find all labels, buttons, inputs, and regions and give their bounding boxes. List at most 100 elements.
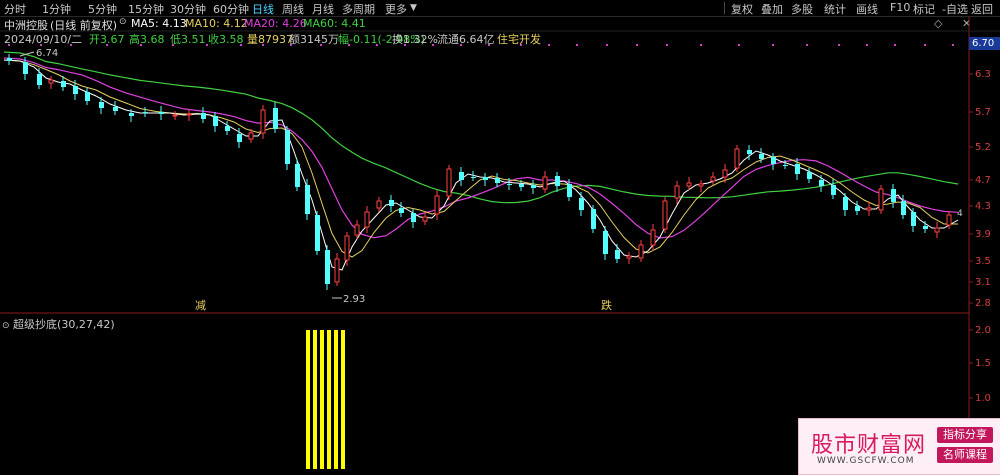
candle-body [248, 132, 254, 140]
signal-dot [666, 44, 668, 46]
indicator-bar [320, 330, 324, 469]
signal-dot [806, 44, 808, 46]
candle-body [626, 255, 632, 259]
price-tick-label: 3.5 [975, 256, 991, 267]
candle-body [531, 185, 536, 188]
candle-body [334, 258, 340, 283]
candle-body [113, 107, 118, 111]
ma5-line [3, 59, 959, 271]
indicator-tick-label: 1.0 [975, 393, 991, 404]
candle-body [855, 206, 860, 211]
candle-body [911, 212, 916, 226]
signal-marker-fall: 跌 [601, 298, 612, 312]
price-tick-label: 2.8 [975, 298, 991, 309]
watermark-url: WWW.GSCFW.COM [817, 456, 915, 466]
candle-body [273, 108, 278, 129]
end-badge: 4 [957, 209, 963, 219]
candle-body [213, 116, 218, 126]
current-price-label: 6.70 [972, 38, 995, 49]
signal-dot [8, 44, 10, 46]
indicator-bar [341, 330, 345, 469]
candle-body [710, 176, 716, 182]
candle-body [579, 198, 584, 210]
signal-dot [488, 44, 490, 46]
candle-body [650, 229, 656, 246]
candle-body [674, 185, 680, 199]
candle-body [37, 74, 42, 85]
signal-dots-row [8, 44, 954, 46]
candle-body [73, 86, 78, 94]
candle-body [878, 188, 884, 211]
candle-body [686, 182, 692, 187]
indicator-bars [306, 330, 345, 469]
candle-body [143, 112, 148, 113]
price-tick-label: 3.9 [975, 229, 991, 240]
candle-body [507, 184, 512, 185]
candle-body [946, 214, 952, 226]
price-tick-label: 4.3 [975, 201, 991, 212]
candle-body [555, 176, 560, 186]
signal-dot [520, 44, 522, 46]
price-axis: 6.3 5.7 5.2 4.7 4.3 3.9 3.5 3.1 2.8 [969, 69, 991, 309]
candle-body [85, 92, 90, 101]
indicator-title[interactable]: ⊙ 超级抄底(30,27,42) [2, 316, 115, 332]
candle-body [662, 200, 668, 230]
candle-body [364, 211, 370, 228]
signal-dot [172, 44, 174, 46]
signal-dot [924, 44, 926, 46]
price-tick-label: 5.2 [975, 142, 991, 153]
candle-body [260, 109, 266, 134]
signal-dot [376, 44, 378, 46]
candle-body [459, 172, 464, 180]
max-price-label: 6.74 [36, 48, 58, 59]
candle-body [422, 216, 428, 222]
candle-body [411, 213, 416, 222]
indicator-tick-label: 1.5 [975, 358, 991, 369]
price-tick-label: 4.7 [975, 175, 991, 186]
candle-body [638, 244, 644, 259]
candle-body [172, 114, 178, 117]
indicator-collapse-icon[interactable]: ⊙ [2, 321, 10, 331]
watermark-tag-share: 指标分享 [937, 427, 993, 443]
candle-body [325, 250, 330, 284]
indicator-bar [306, 330, 310, 469]
candle-body [567, 184, 572, 197]
candle-body [519, 184, 524, 187]
signal-dot [432, 44, 434, 46]
signal-dot [404, 44, 406, 46]
candle-body [446, 168, 452, 197]
ma10-line [3, 59, 958, 258]
candle-body [471, 177, 476, 178]
candle-body [698, 183, 704, 187]
signal-dot [606, 44, 608, 46]
signal-dot [40, 44, 42, 46]
candle-body [819, 180, 824, 186]
candle-body [722, 169, 728, 178]
signal-dot [240, 44, 242, 46]
signal-dot [866, 44, 868, 46]
candle-body [615, 250, 620, 259]
candle-body [783, 165, 788, 166]
signal-dot [460, 44, 462, 46]
watermark-logo: 股市财富网 WWW.GSCFW.COM 指标分享 名师课程 [798, 418, 1000, 475]
kline-chart[interactable]: 6.35.75.24.74.33.93.53.12.8 2.01.51.00.5… [0, 0, 1000, 473]
candle-body [495, 178, 500, 183]
candle-body [315, 215, 320, 251]
candle-body [48, 79, 54, 84]
signal-dot [320, 44, 322, 46]
ma20-line [3, 57, 959, 239]
candle-body [61, 81, 66, 87]
candle-body [7, 58, 12, 61]
signal-dot [636, 44, 638, 46]
candle-body [295, 164, 300, 187]
candle-body [434, 195, 440, 215]
candle-body [901, 201, 906, 215]
candle-body [934, 227, 940, 233]
candle-body [225, 126, 230, 131]
signal-dot [548, 44, 550, 46]
signal-dot [70, 44, 72, 46]
price-tick-label: 6.3 [975, 69, 991, 80]
candle-body [591, 209, 596, 229]
indicator-bar [313, 330, 317, 469]
candle-body [237, 134, 242, 142]
